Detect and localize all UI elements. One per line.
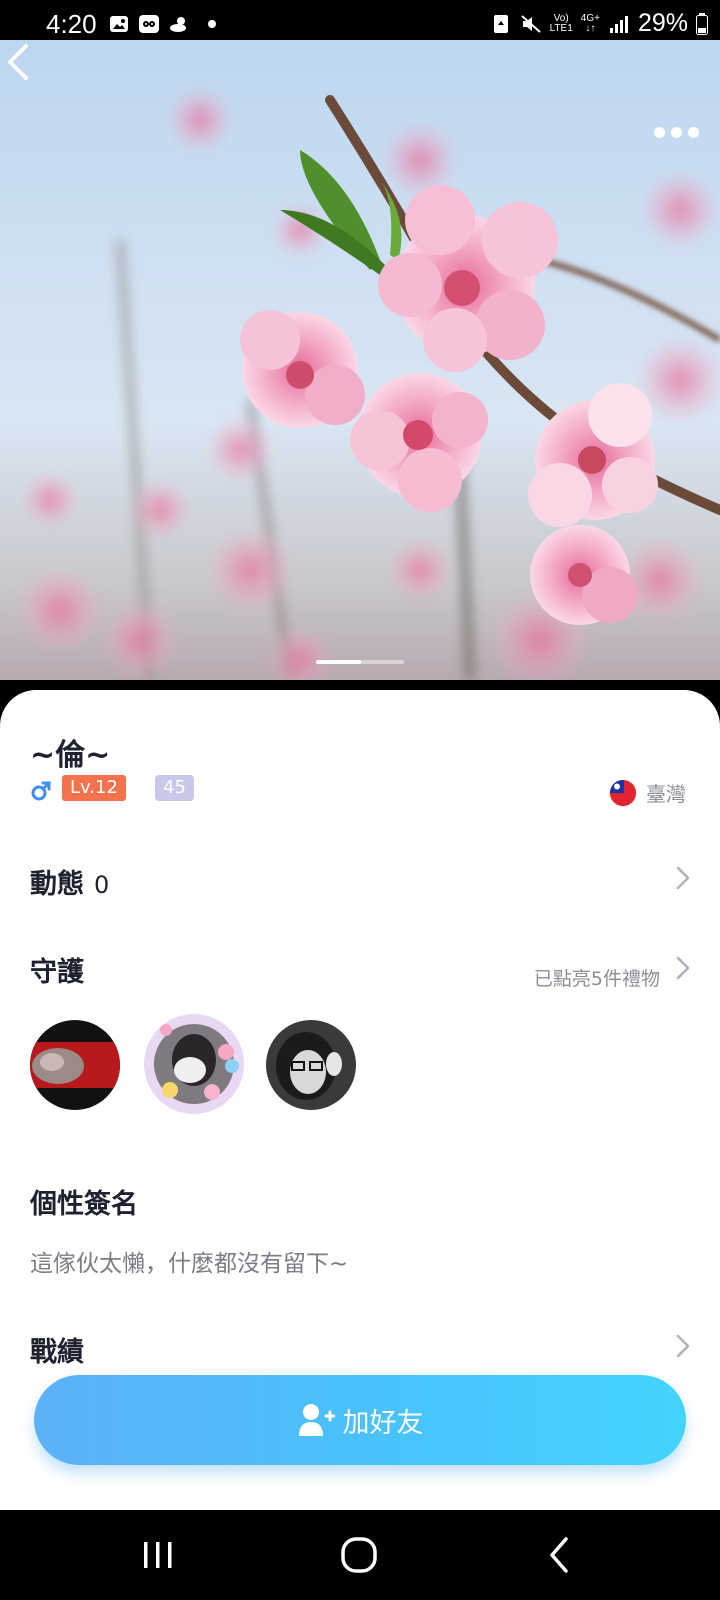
blossom-photo (20, 90, 720, 680)
battery-icon (696, 12, 708, 35)
guardian-avatar[interactable] (30, 1020, 120, 1110)
nickname: ~倫~ (30, 738, 111, 773)
data-type-indicator: 4G+ ↓↑ (580, 12, 600, 34)
signature-text: 這傢伙太懶，什麼都沒有留下~ (30, 1251, 349, 1277)
data-type-text: 4G+ (580, 12, 600, 24)
male-icon (31, 781, 51, 801)
level-badge: Lv.12 (62, 775, 126, 801)
moments-row[interactable]: 動態 0 (30, 862, 109, 901)
recent-apps-icon[interactable] (133, 1530, 183, 1580)
gallery-icon (110, 16, 128, 32)
taiwan-flag-icon (610, 780, 636, 806)
add-friend-button[interactable]: 加好友 (34, 1375, 686, 1465)
moments-label: 動態 (30, 869, 84, 900)
data-arrows-icon: ↓↑ (585, 22, 596, 34)
back-button[interactable] (0, 40, 36, 84)
chevron-right-icon[interactable] (676, 1334, 690, 1358)
battery-percent: 29% (637, 9, 688, 37)
record-label[interactable]: 戰績 (30, 1330, 84, 1369)
system-icons: Vo) LTE1 4G+ ↓↑ 29% (490, 9, 708, 38)
volte-text: Vo) (553, 12, 569, 24)
guardian-avatar[interactable] (266, 1020, 356, 1110)
guardian-avatar[interactable] (142, 1012, 246, 1116)
add-user-icon (298, 1404, 335, 1436)
signature-label: 個性簽名 (30, 1189, 138, 1220)
notification-icons (108, 13, 216, 35)
add-friend-label: 加好友 (342, 1407, 424, 1439)
panda-app-icon (139, 15, 159, 33)
photo-pager (316, 660, 404, 664)
signal-icon (609, 15, 628, 33)
back-nav-icon[interactable] (536, 1530, 586, 1580)
more-options-button[interactable] (654, 124, 702, 140)
moments-count: 0 (94, 871, 110, 899)
weather-icon (170, 17, 186, 32)
profile-photo[interactable] (0, 40, 720, 680)
country-label: 臺灣 (646, 782, 686, 806)
chevron-right-icon[interactable] (676, 956, 690, 980)
volte-indicator: Vo) LTE1 (549, 12, 573, 34)
guard-gifts-link[interactable]: 已點亮5件禮物 (534, 964, 660, 991)
chevron-right-icon[interactable] (676, 866, 690, 890)
home-icon[interactable] (334, 1530, 384, 1580)
system-nav-bar (0, 1510, 720, 1600)
more-notifications-icon (208, 20, 216, 28)
guard-label: 守護 (30, 957, 84, 988)
battery-saver-icon (493, 14, 508, 33)
status-time: 4:20 (46, 9, 97, 39)
number-badge: 45 (155, 775, 194, 801)
mute-icon (520, 14, 541, 33)
lte-text: LTE1 (549, 22, 573, 34)
